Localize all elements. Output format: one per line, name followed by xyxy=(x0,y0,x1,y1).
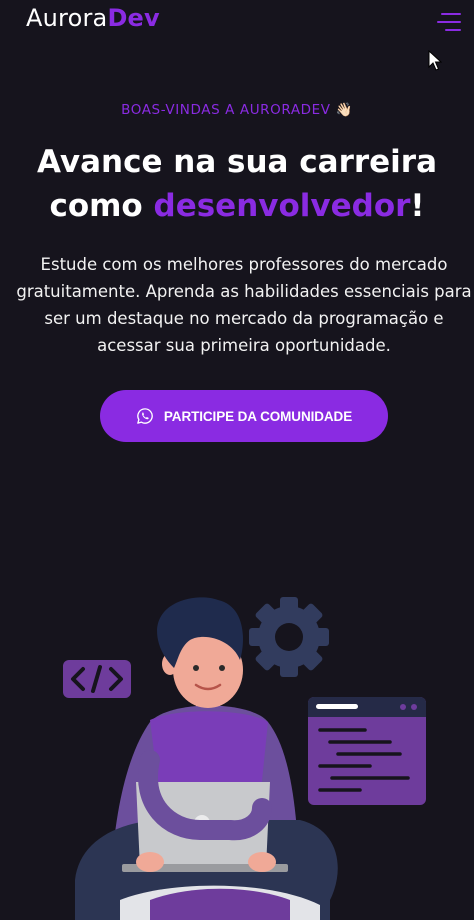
hero-description: Estude com os melhores professores do me… xyxy=(16,255,472,355)
top-navbar: AuroraDev xyxy=(0,0,474,44)
title-line-1: Avance na sua carreira xyxy=(36,144,438,180)
code-icon xyxy=(63,660,131,698)
join-community-label: PARTICIPE DA COMUNIDADE xyxy=(163,408,353,424)
logo-text-aurora: Aurora xyxy=(26,4,108,32)
page-title: Avance na sua carreira como desenvolvedo… xyxy=(0,140,474,228)
title-highlight: desenvolvedor xyxy=(153,188,411,224)
join-community-button[interactable]: PARTICIPE DA COMUNIDADE xyxy=(100,390,388,442)
title-prefix: como xyxy=(49,188,154,224)
hamburger-menu-icon[interactable] xyxy=(437,12,461,34)
welcome-eyebrow: BOAS-VINDAS A AURORADEV 👋🏻 xyxy=(121,102,353,118)
gear-icon xyxy=(249,597,329,677)
title-suffix: ! xyxy=(410,188,425,224)
title-line-2: como desenvolvedor! xyxy=(0,184,474,228)
logo-text-dev: Dev xyxy=(107,4,160,32)
code-window-icon xyxy=(308,697,426,805)
head xyxy=(157,597,243,708)
developer-illustration xyxy=(63,597,426,920)
whatsapp-icon xyxy=(137,408,153,424)
mouse-cursor-icon xyxy=(428,50,442,71)
logo[interactable]: AuroraDev xyxy=(26,4,160,32)
